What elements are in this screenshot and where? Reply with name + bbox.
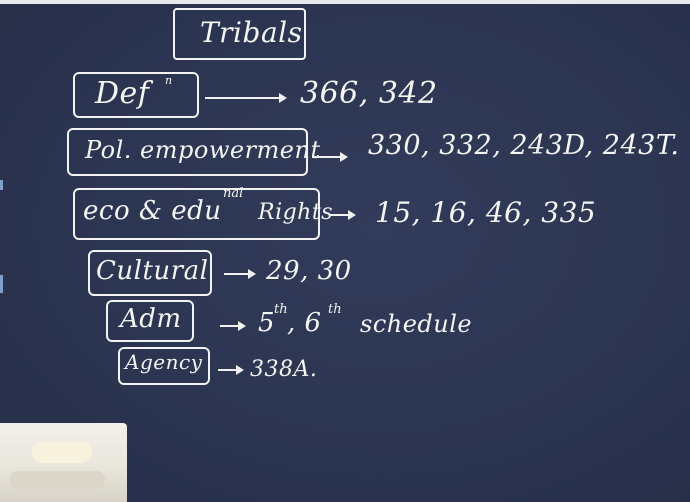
row-agency-value: 338A.	[250, 357, 318, 382]
row-adm-value-mid: , 6	[287, 308, 322, 338]
row-def-label-sup: n	[165, 74, 173, 87]
row-adm-label: Adm	[120, 304, 182, 334]
left-edge-mark	[0, 180, 3, 190]
top-strip	[0, 0, 690, 4]
row-adm-arrow	[220, 321, 246, 331]
row-pol-value: 330, 332, 243D, 243T.	[368, 130, 680, 161]
row-eco-value: 15, 16, 46, 335	[375, 196, 597, 229]
row-eco-label: eco & edu	[83, 196, 222, 226]
row-adm-value: 5	[258, 308, 276, 338]
row-pol-label: Pol. empowerment	[85, 136, 321, 164]
webcam-overlay	[0, 423, 127, 502]
row-cultural-arrow	[224, 269, 256, 279]
row-def-arrow	[205, 93, 287, 103]
row-agency-arrow	[218, 365, 244, 375]
left-edge-mark	[0, 275, 3, 293]
row-def-label: Def	[95, 76, 150, 111]
webcam-highlight	[32, 441, 92, 463]
row-adm-value-suffix: schedule	[360, 310, 473, 338]
webcam-shadow	[10, 471, 105, 489]
row-eco-arrow	[330, 210, 356, 220]
row-adm-value-sup: th	[274, 302, 288, 317]
row-def-value: 366, 342	[300, 76, 438, 111]
row-eco-label-suffix: Rights	[258, 200, 333, 225]
row-cultural-label: Cultural	[96, 256, 209, 286]
row-agency-label: Agency	[125, 350, 203, 374]
row-eco-label-sup: nal	[223, 186, 244, 201]
page-title: Tribals	[200, 16, 303, 49]
row-adm-value-sup2: th	[328, 302, 342, 317]
row-pol-arrow	[312, 152, 348, 162]
row-cultural-value: 29, 30	[266, 256, 352, 286]
